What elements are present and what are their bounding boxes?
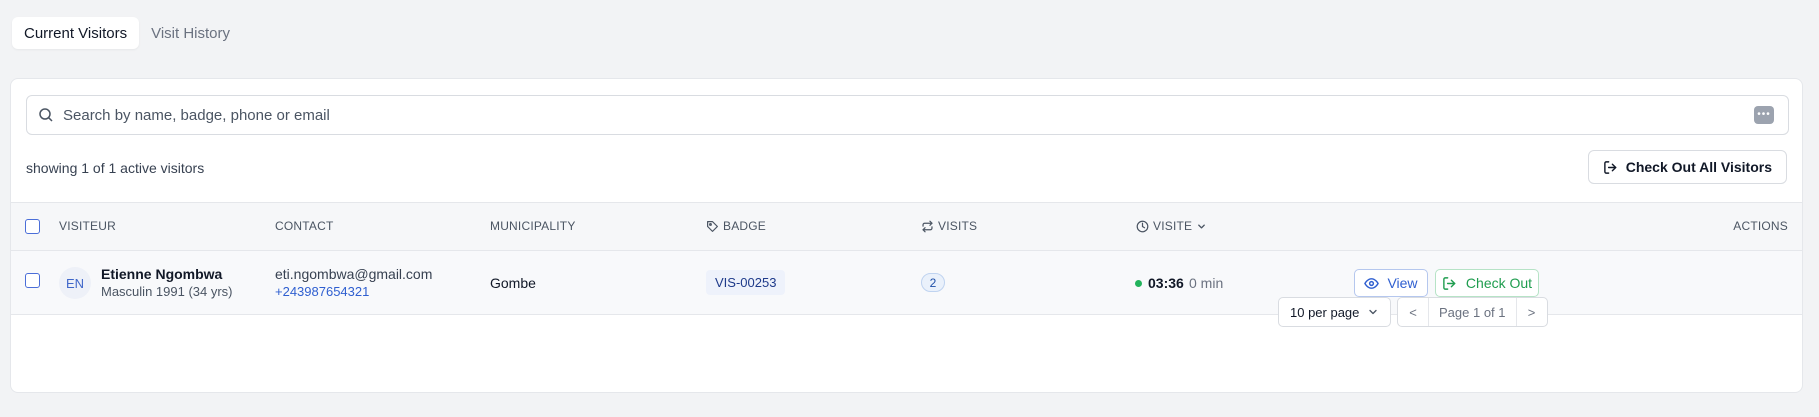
column-badge: BADGE <box>706 219 766 233</box>
per-page-select[interactable]: 10 per page <box>1278 297 1391 327</box>
more-horizontal-icon[interactable]: ••• <box>1754 106 1774 124</box>
log-out-icon <box>1443 276 1456 290</box>
avatar: EN <box>59 267 91 299</box>
search-icon <box>39 108 53 122</box>
clock-icon <box>1136 220 1149 232</box>
view-button-label: View <box>1387 275 1418 291</box>
column-municipality: MUNICIPALITY <box>490 219 576 233</box>
eye-icon <box>1364 277 1380 289</box>
next-page-button[interactable]: > <box>1517 298 1547 326</box>
tab-bar: Current Visitors Visit History <box>12 17 242 49</box>
check-out-all-button[interactable]: Check Out All Visitors <box>1587 150 1787 184</box>
per-page-value: 10 per page <box>1290 304 1360 320</box>
row-checkbox[interactable] <box>25 273 40 288</box>
chevron-down-icon <box>1198 224 1206 228</box>
column-visit-sort[interactable]: VISITE <box>1136 219 1207 233</box>
visit-duration: 0 min <box>1189 275 1224 291</box>
check-in-time: 03:36 <box>1148 275 1184 291</box>
visitor-phone-link[interactable]: +243987654321 <box>275 284 369 299</box>
tab-current-visitors[interactable]: Current Visitors <box>12 17 140 49</box>
badge-number: VIS-00253 <box>706 270 786 295</box>
page-indicator: Page 1 of 1 <box>1428 298 1517 326</box>
column-visitor: VISITEUR <box>59 219 116 233</box>
search-bar: ••• <box>26 95 1789 135</box>
tab-visit-history[interactable]: Visit History <box>139 17 242 49</box>
check-out-all-label: Check Out All Visitors <box>1625 159 1772 175</box>
repeat-icon <box>922 220 933 232</box>
visitor-email: eti.ngombwa@gmail.com <box>275 266 433 282</box>
check-out-button[interactable]: Check Out <box>1435 269 1539 297</box>
search-input[interactable] <box>63 96 1743 134</box>
pagination: < Page 1 of 1 > <box>1397 297 1548 327</box>
chevron-down-icon <box>1369 309 1377 315</box>
table-header: VISITEUR CONTACT MUNICIPALITY BADGE VISI… <box>11 202 1802 251</box>
view-button[interactable]: View <box>1354 269 1428 297</box>
visits-count-badge: 2 <box>921 273 945 292</box>
visitor-municipality: Gombe <box>490 275 536 291</box>
select-all-checkbox[interactable] <box>25 219 40 234</box>
active-status-dot <box>1135 280 1142 287</box>
visitor-name: Etienne Ngombwa <box>101 266 223 282</box>
visitors-card: ••• showing 1 of 1 active visitors Check… <box>10 78 1803 393</box>
log-out-icon <box>1603 160 1617 174</box>
visitor-details: Masculin 1991 (34 yrs) <box>101 284 233 299</box>
active-visitors-count: showing 1 of 1 active visitors <box>26 160 205 176</box>
column-visits: VISITS <box>921 219 977 233</box>
tag-icon <box>707 220 718 232</box>
column-contact: CONTACT <box>275 219 334 233</box>
previous-page-button[interactable]: < <box>1398 298 1428 326</box>
column-actions: ACTIONS <box>1733 219 1788 233</box>
check-out-button-label: Check Out <box>1465 275 1533 291</box>
